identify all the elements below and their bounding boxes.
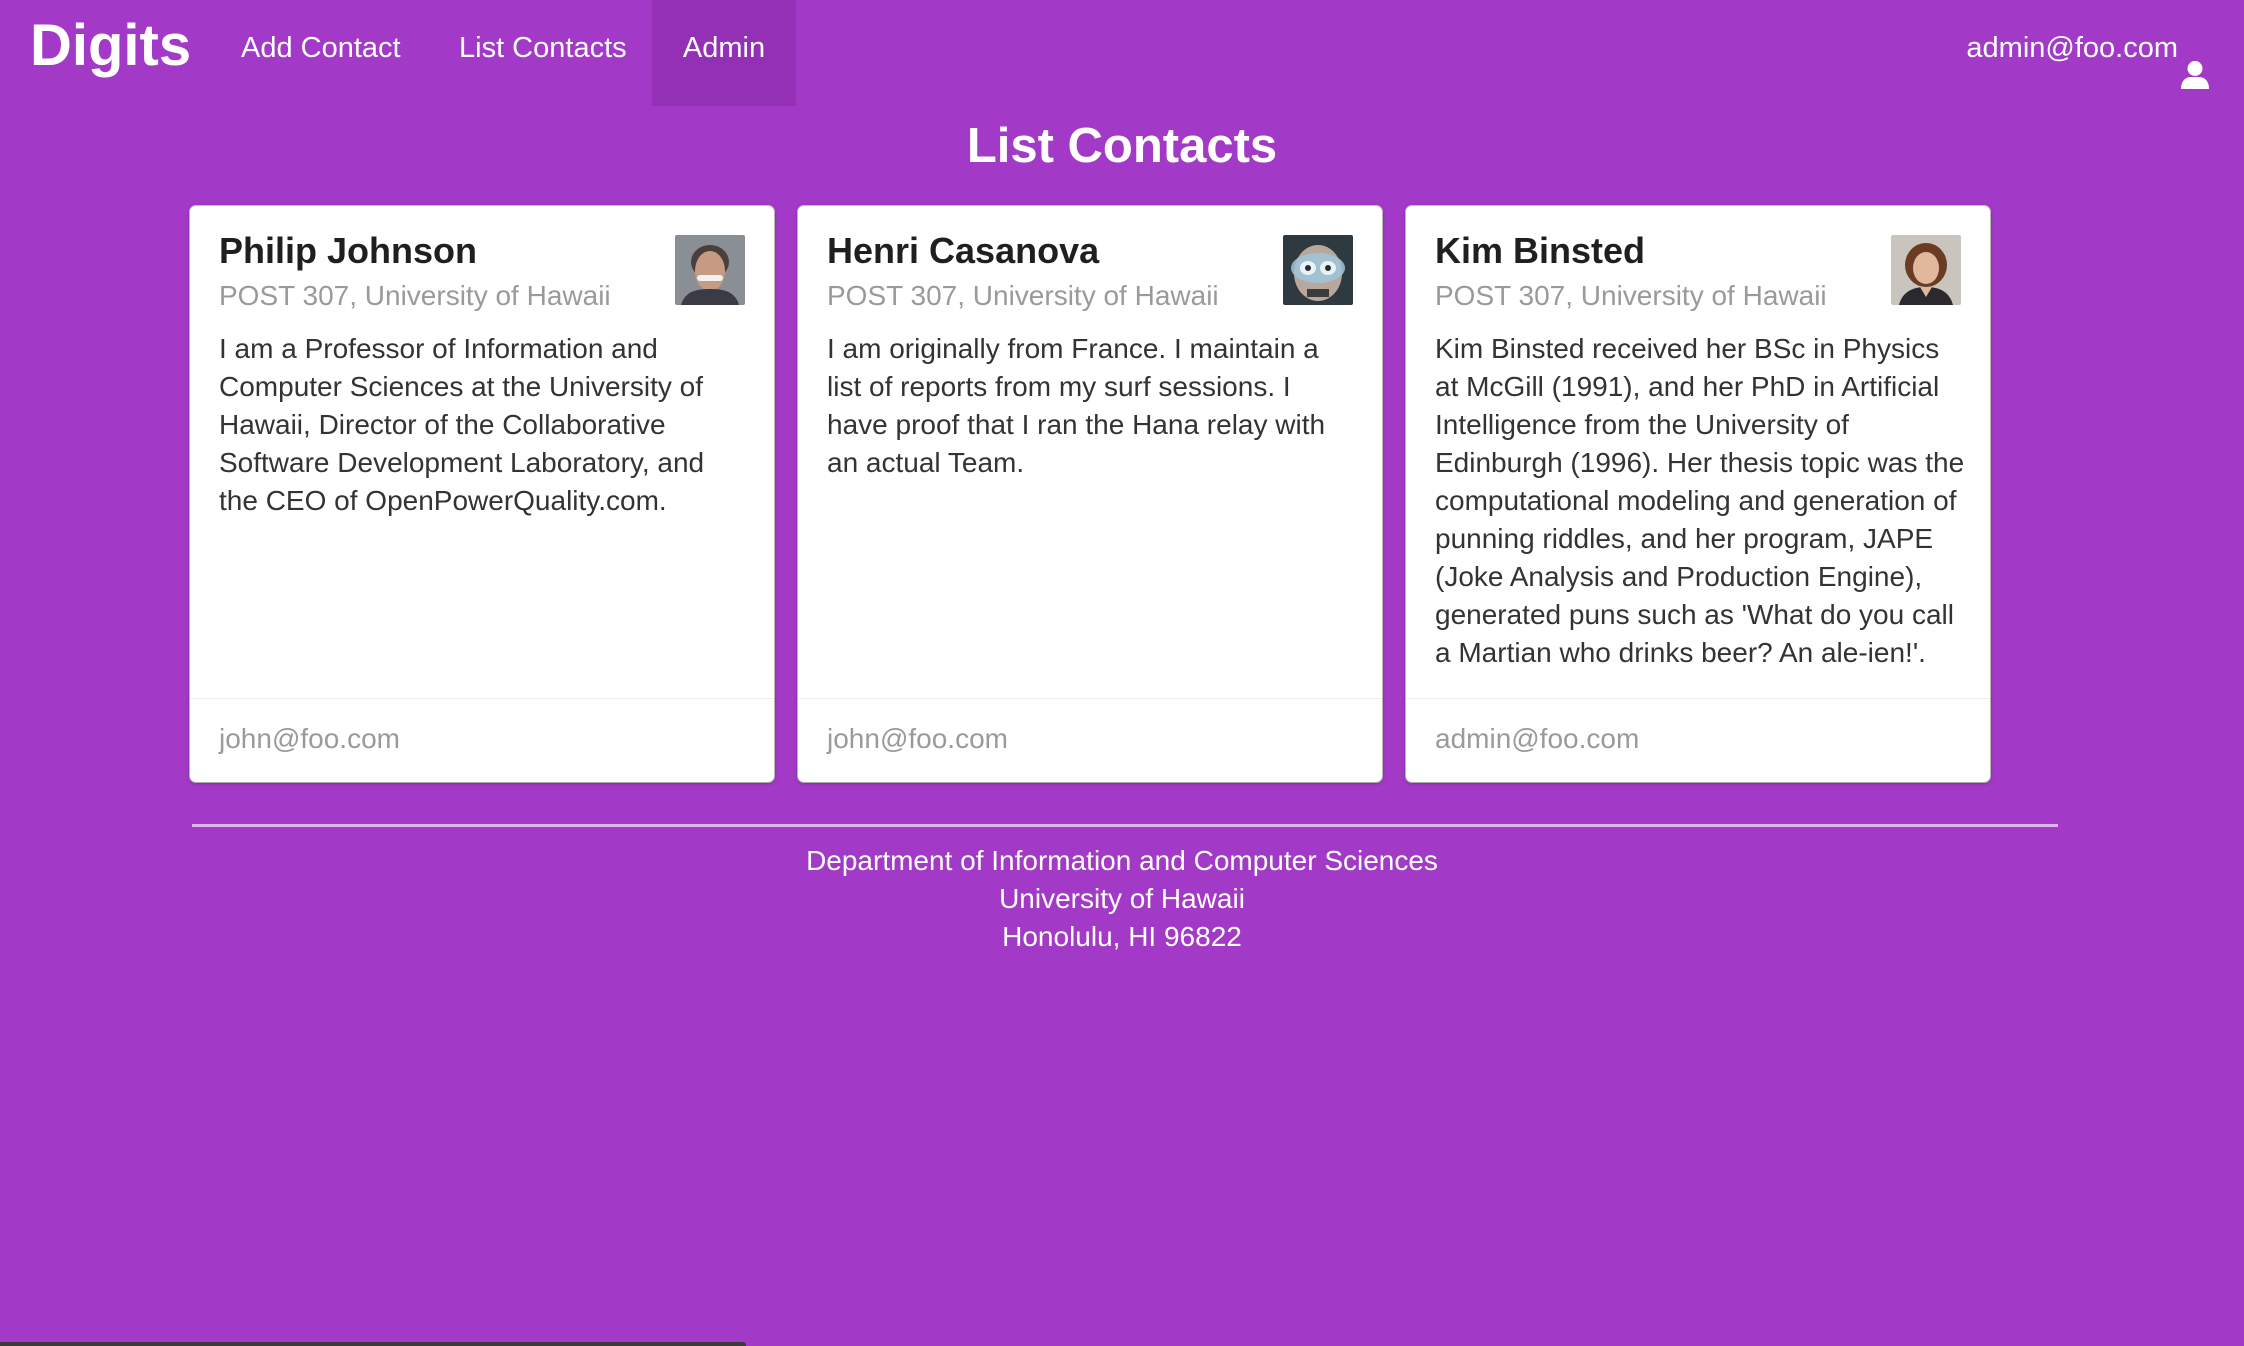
card-content: Kim Binsted POST 307, University of Hawa… (1406, 206, 1990, 698)
card-content: Philip Johnson POST 307, University of H… (190, 206, 774, 698)
contact-owner: john@foo.com (827, 723, 1008, 754)
contact-description: I am originally from France. I maintain … (827, 333, 1326, 478)
footer-divider (192, 824, 2058, 827)
card-footer: admin@foo.com (1406, 698, 1990, 782)
user-email: admin@foo.com (1966, 32, 2178, 64)
contact-avatar (1891, 235, 1961, 305)
contact-card: Philip Johnson POST 307, University of H… (190, 206, 774, 782)
nav-list-contacts[interactable]: List Contacts (459, 0, 627, 106)
page-footer: Department of Information and Computer S… (0, 842, 2244, 956)
card-footer: john@foo.com (190, 698, 774, 782)
page-title: List Contacts (966, 119, 1278, 173)
horizontal-scrollbar[interactable] (0, 1342, 746, 1346)
contact-address: POST 307, University of Hawaii (827, 280, 1219, 311)
user-dropdown[interactable]: admin@foo.com (1966, 0, 2210, 96)
contact-owner: admin@foo.com (1435, 723, 1640, 754)
footer-university: University of Hawaii (999, 883, 1245, 914)
contact-address: POST 307, University of Hawaii (1435, 280, 1827, 311)
contact-avatar (1283, 235, 1353, 305)
contact-description: Kim Binsted received her BSc in Physics … (1435, 333, 1965, 668)
card-footer: john@foo.com (798, 698, 1382, 782)
nav-admin[interactable]: Admin (652, 0, 796, 106)
user-icon (2180, 33, 2210, 89)
contact-description: I am a Professor of Information and Comp… (219, 333, 705, 516)
nav-add-contact[interactable]: Add Contact (241, 0, 401, 106)
contact-owner: john@foo.com (219, 723, 400, 754)
top-navbar: Digits Add Contact List Contacts Admin a… (0, 0, 2244, 106)
contact-name: Kim Binsted (1435, 230, 1646, 271)
contact-name: Henri Casanova (827, 230, 1100, 271)
contact-address: POST 307, University of Hawaii (219, 280, 611, 311)
contact-avatar (675, 235, 745, 305)
card-content: Henri Casanova POST 307, University of H… (798, 206, 1382, 698)
contact-name: Philip Johnson (219, 230, 477, 271)
footer-address: Honolulu, HI 96822 (1002, 921, 1242, 952)
contact-card: Henri Casanova POST 307, University of H… (798, 206, 1382, 782)
brand-logo[interactable]: Digits (30, 0, 191, 96)
footer-department: Department of Information and Computer S… (806, 845, 1438, 876)
contact-card: Kim Binsted POST 307, University of Hawa… (1406, 206, 1990, 782)
